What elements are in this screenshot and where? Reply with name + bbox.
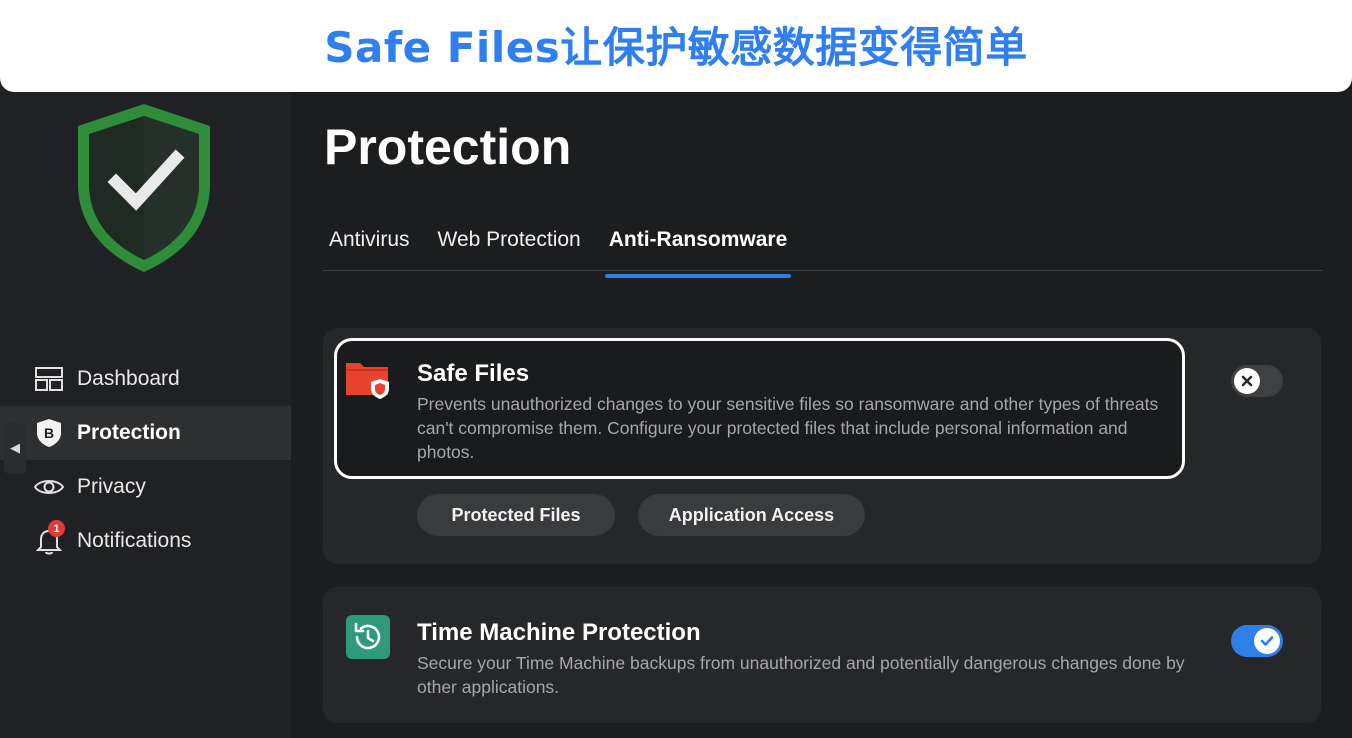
application-access-button[interactable]: Application Access [638,494,865,536]
notification-badge: 1 [48,520,65,537]
banner-title: Safe Files让保护敏感数据变得简单 [324,22,1028,72]
time-machine-toggle[interactable] [1231,625,1283,657]
sidebar-item-privacy[interactable]: Privacy [0,460,291,514]
caret-left-icon: ◀ [10,440,20,455]
bell-icon: 1 [34,520,65,556]
sidebar-item-notifications[interactable]: 1 Notifications [0,514,291,568]
close-icon [1241,375,1253,387]
time-machine-description: Secure your Time Machine backups from un… [417,653,1185,697]
main-content: Protection Antivirus Web Protection Anti… [291,0,1352,738]
page-title: Protection [324,119,572,175]
sidebar-item-label: Protection [77,421,181,444]
sidebar-item-label: Notifications [77,529,192,552]
tab-bar: Antivirus Web Protection Anti-Ransomware [329,228,815,278]
safe-files-title: Safe Files [417,360,530,387]
bitdefender-b-icon: B [34,418,64,448]
tab-antivirus[interactable]: Antivirus [329,228,410,266]
sidebar-item-label: Privacy [77,475,146,498]
sidebar-item-label: Dashboard [77,367,180,390]
check-icon [1260,636,1274,646]
shield-check-icon [78,104,210,272]
promo-banner: Safe Files让保护敏感数据变得简单 [0,0,1352,92]
sidebar: Dashboard ◀ B Protection Privacy 1 Notif… [0,0,291,738]
sidebar-item-dashboard[interactable]: Dashboard [0,352,291,406]
tab-anti-ransomware[interactable]: Anti-Ransomware [604,228,791,278]
dashboard-icon [34,364,64,394]
safe-files-description: Prevents unauthorized changes to your se… [417,394,1159,462]
sidebar-item-protection[interactable]: ◀ B Protection [0,406,291,474]
protected-files-button[interactable]: Protected Files [417,494,615,536]
tab-web-protection[interactable]: Web Protection [438,228,581,266]
safe-files-toggle[interactable] [1231,365,1283,397]
toggle-knob [1254,628,1280,654]
toggle-knob [1234,368,1260,394]
svg-text:B: B [44,425,54,441]
time-machine-title: Time Machine Protection [417,619,701,646]
tabs-divider [323,270,1323,271]
folder-shield-icon [346,363,389,399]
time-machine-icon [346,615,390,659]
eye-icon [34,472,64,502]
sidebar-nav: Dashboard ◀ B Protection Privacy 1 Notif… [0,352,291,568]
